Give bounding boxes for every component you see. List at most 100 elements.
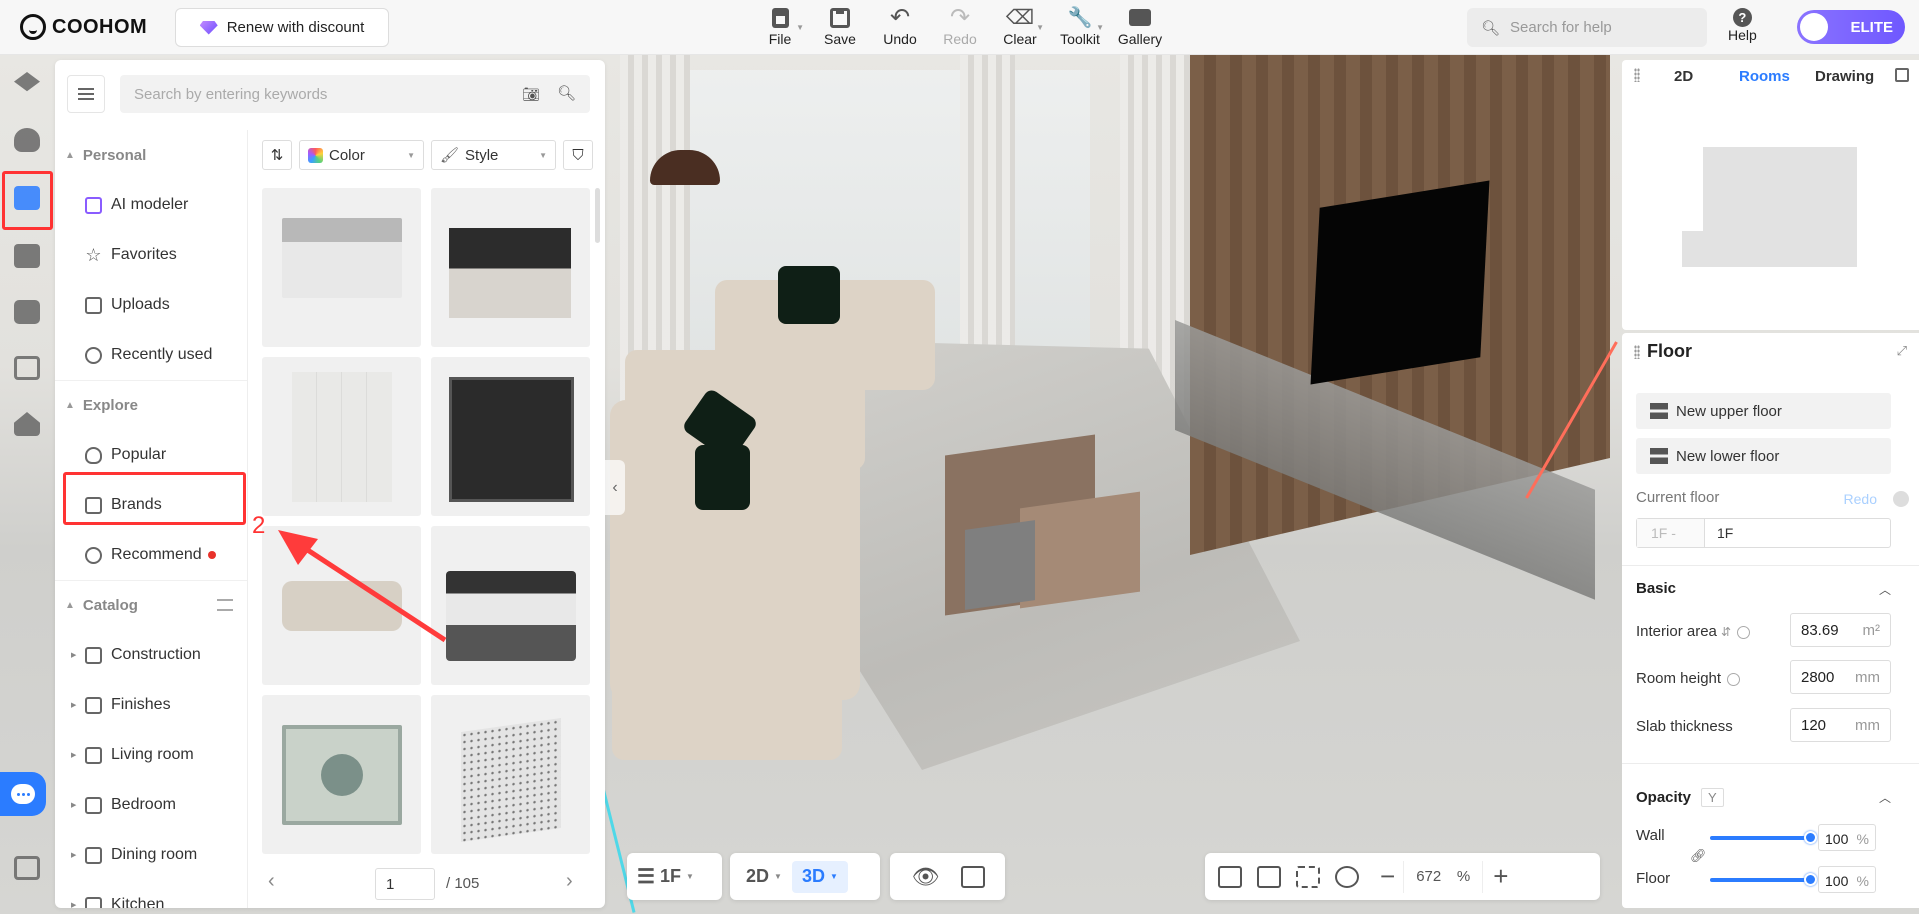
new-lower-floor-button[interactable]: New lower floor [1636,438,1891,474]
sidebar-item-ai-modeler[interactable]: AI modeler [55,180,247,230]
zoom-in-button[interactable]: + [1493,861,1508,892]
sidebar-item-recently-used[interactable]: Recently used [55,330,247,380]
home-icon[interactable] [12,409,42,439]
scene-coffee-table [1020,491,1140,609]
catalog-layout-icon[interactable] [12,853,42,883]
sidebar-item-favorites[interactable]: ☆ Favorites [55,230,247,280]
search-icon[interactable]: 🔍︎ [557,84,576,102]
floor-panel: Floor ⤢ New upper floor New lower floor … [1622,333,1919,908]
room-height-field[interactable]: 2800 mm [1790,660,1891,694]
wrench-icon: 🔧 [1067,7,1093,29]
lightbulb-icon[interactable] [12,125,42,155]
tab-rooms[interactable]: Rooms [1739,68,1790,85]
next-page-button[interactable]: › [566,870,573,893]
product-card-rug[interactable] [262,695,421,854]
sidebar-item-living-room[interactable]: ▶ Living room [55,730,247,780]
floor-redo-link[interactable]: Redo [1844,491,1877,507]
product-card-kitchen-cabinet-straight[interactable] [431,188,590,347]
help-search-input[interactable]: 🔍︎ Search for help [1467,8,1707,47]
model-icon[interactable] [12,69,42,99]
cube-icon[interactable] [961,865,986,888]
sidebar-item-dining-room[interactable]: ▶ Dining room [55,830,247,880]
link-icon[interactable]: 🔗︎ [1690,848,1707,864]
floorplan-minimap[interactable] [1682,147,1857,267]
slab-thickness-label: Slab thickness [1636,718,1733,735]
style-filter[interactable]: 🖌︎ Style ▼ [431,140,556,170]
chevron-up-icon[interactable]: ︿ [1879,789,1891,806]
expand-icon[interactable]: ⤢ [1897,343,1907,359]
floor-name-field[interactable]: 1F - 1F [1636,518,1891,548]
scrollbar[interactable] [595,188,600,243]
fit-view-icon[interactable] [1218,865,1242,888]
elite-toggle[interactable]: ELITE [1797,10,1905,44]
drag-handle-icon[interactable] [1634,345,1640,359]
slider-knob[interactable] [1804,831,1817,844]
eye-icon[interactable]: 👁︎ [912,864,940,890]
sidebar-item-label: Recommend [111,546,202,563]
mode-3d-button[interactable]: 3D ▼ [791,860,848,893]
sidebar-item-finishes[interactable]: ▶ Finishes [55,680,247,730]
slider-knob[interactable] [1804,873,1817,886]
wall-opacity-field[interactable]: 100 % [1818,824,1876,851]
sidebar-item-label: Dining room [111,846,198,863]
section-explore[interactable]: ▲ Explore [55,380,247,430]
product-card-wardrobe-dark[interactable] [431,357,590,516]
tab-drawing[interactable]: Drawing [1815,68,1874,85]
camera-icon[interactable] [12,297,42,327]
sidebar-item-uploads[interactable]: Uploads [55,280,247,330]
section-personal[interactable]: ▲ Personal [55,130,247,180]
renew-button[interactable]: Renew with discount [175,8,389,47]
sidebar-item-recommend[interactable]: Recommend [55,530,247,580]
help-button[interactable]: ? Help [1728,8,1757,43]
wall-opacity-slider[interactable] [1710,831,1817,844]
file-button[interactable]: File ▼ [750,4,810,47]
chat-button[interactable] [0,772,46,816]
slab-thickness-field[interactable]: 120 mm [1790,708,1891,742]
clear-button[interactable]: ⌫ Clear ▼ [990,4,1050,47]
zoom-out-button[interactable]: − [1380,861,1395,892]
catalog-search-input[interactable]: Search by entering keywords 📷︎ 🔍︎ [120,75,590,113]
sort-button[interactable]: ⇅ [262,140,292,170]
floor-selector[interactable]: ☰ 1F ▼ [627,853,722,900]
sidebar-item-kitchen[interactable]: ▶ Kitchen [55,880,247,908]
gallery-button[interactable]: Gallery [1110,4,1170,47]
product-card-terrazzo-side-table[interactable] [431,695,590,854]
prev-page-button[interactable]: ‹ [268,870,275,893]
undo-button[interactable]: ↶ Undo [870,4,930,47]
camera-search-icon[interactable]: 📷︎ [522,86,540,103]
drag-handle-icon[interactable] [1634,68,1640,82]
sidebar-item-construction[interactable]: ▶ Construction [55,630,247,680]
build-icon[interactable] [12,241,42,271]
product-card-kitchen-cabinet-l[interactable] [262,188,421,347]
redo-button[interactable]: ↷ Redo [930,4,990,47]
opacity-section-title: Opacity Y [1636,788,1724,807]
dock-icon[interactable] [1895,68,1909,82]
focus-icon[interactable] [1296,865,1320,888]
page-input[interactable]: 1 [375,868,435,900]
section-catalog[interactable]: ▲ Catalog [55,580,247,630]
toolkit-button[interactable]: 🔧 Toolkit ▼ [1050,4,1110,47]
floor-opacity-field[interactable]: 100 % [1818,866,1876,893]
caret-right-icon: ▶ [71,752,77,759]
floor-select[interactable]: ☰ 1F ▼ [627,864,704,889]
catalog-settings-icon[interactable] [217,599,233,611]
panel-menu-button[interactable] [67,75,105,113]
advanced-filter-button[interactable]: ⛉ [563,140,593,170]
chevron-up-icon[interactable]: ︿ [1879,581,1891,598]
new-upper-floor-button[interactable]: New upper floor [1636,393,1891,429]
layout-icon[interactable] [12,353,42,383]
zoom-level-field[interactable]: 672 % [1403,860,1484,893]
product-card-wardrobe-white[interactable] [262,357,421,516]
save-button[interactable]: Save [810,4,870,47]
zoom-search-icon[interactable] [1335,865,1359,888]
collapse-panel-button[interactable]: ‹ [605,460,625,515]
view-settings-icon[interactable] [1257,865,1281,888]
upload-icon [85,296,102,314]
sidebar-item-bedroom[interactable]: ▶ Bedroom [55,780,247,830]
color-filter[interactable]: Color ▼ [299,140,424,170]
scene-pillow [695,445,750,510]
floor-opacity-slider[interactable] [1710,873,1817,886]
interior-area-field[interactable]: 83.69 m² [1790,613,1891,647]
mode-2d-button[interactable]: 2D ▼ [736,866,792,887]
tab-2d[interactable]: 2D [1674,68,1693,85]
